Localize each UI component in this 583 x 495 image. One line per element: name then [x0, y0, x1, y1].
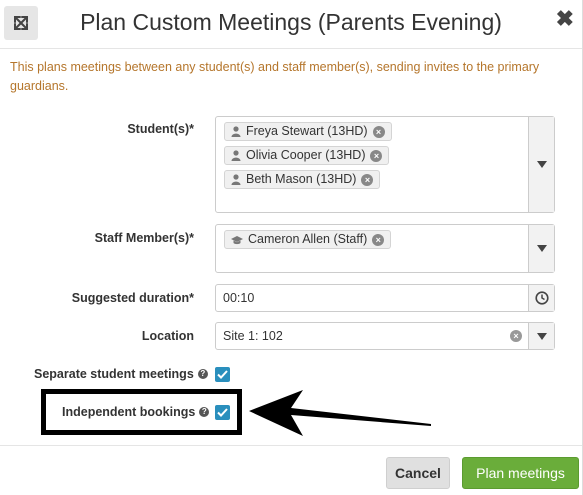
chevron-down-icon	[536, 245, 547, 252]
chevron-down-icon	[536, 161, 547, 168]
pointer-arrow-icon	[249, 390, 431, 436]
staff-tag: Cameron Allen (Staff) ×	[224, 230, 392, 249]
graduation-cap-icon	[231, 235, 243, 244]
plan-meetings-button[interactable]: Plan meetings	[462, 457, 579, 489]
info-message: This plans meetings between any student(…	[10, 60, 540, 93]
student-tag: Freya Stewart (13HD) ×	[224, 122, 392, 141]
student-tag: Olivia Cooper (13HD) ×	[224, 146, 390, 165]
students-label: Student(s)*	[127, 122, 194, 136]
students-dropdown-toggle[interactable]	[528, 117, 554, 212]
student-tag: Beth Mason (13HD) ×	[224, 170, 381, 189]
student-tag-label: Beth Mason (13HD)	[246, 172, 357, 186]
clock-button[interactable]	[528, 285, 554, 311]
highlight-box	[41, 389, 242, 435]
plan-meetings-modal: Plan Custom Meetings (Parents Evening) ✖…	[0, 0, 583, 495]
cancel-button[interactable]: Cancel	[386, 457, 450, 489]
footer-divider	[0, 445, 582, 446]
location-label: Location	[141, 329, 194, 343]
user-icon	[231, 150, 241, 161]
separate-meetings-label: Separate student meetings ?	[34, 367, 208, 381]
duration-input[interactable]: 00:10	[215, 284, 555, 312]
location-value: Site 1: 102	[223, 329, 283, 343]
user-icon	[231, 126, 241, 137]
clock-icon	[534, 291, 549, 305]
help-icon[interactable]: ?	[197, 369, 208, 379]
separate-meetings-text: Separate student meetings	[34, 367, 194, 381]
remove-tag-icon[interactable]: ×	[361, 173, 374, 186]
student-tag-label: Freya Stewart (13HD)	[246, 124, 368, 138]
remove-tag-icon[interactable]: ×	[372, 125, 385, 138]
location-dropdown-toggle[interactable]	[528, 323, 554, 349]
staff-tag-label: Cameron Allen (Staff)	[248, 232, 368, 246]
close-icon[interactable]: ✖	[556, 8, 574, 30]
student-tag-label: Olivia Cooper (13HD)	[246, 148, 366, 162]
separate-meetings-checkbox[interactable]	[215, 367, 230, 382]
students-select[interactable]: Freya Stewart (13HD) × Olivia Cooper (13…	[215, 116, 555, 213]
header-divider	[0, 48, 582, 49]
staff-select[interactable]: Cameron Allen (Staff) ×	[215, 224, 555, 273]
duration-value: 00:10	[223, 291, 255, 305]
location-select[interactable]: Site 1: 102 ×	[215, 322, 555, 350]
staff-label: Staff Member(s)*	[94, 231, 194, 245]
duration-label: Suggested duration*	[71, 291, 194, 305]
staff-dropdown-toggle[interactable]	[528, 225, 554, 272]
modal-title: Plan Custom Meetings (Parents Evening)	[80, 9, 502, 35]
remove-tag-icon[interactable]: ×	[370, 149, 383, 162]
checkmark-icon	[217, 370, 228, 379]
remove-tag-icon[interactable]: ×	[372, 233, 385, 246]
user-icon	[231, 174, 241, 185]
clear-icon[interactable]: ×	[510, 330, 522, 342]
chevron-down-icon	[536, 332, 547, 340]
